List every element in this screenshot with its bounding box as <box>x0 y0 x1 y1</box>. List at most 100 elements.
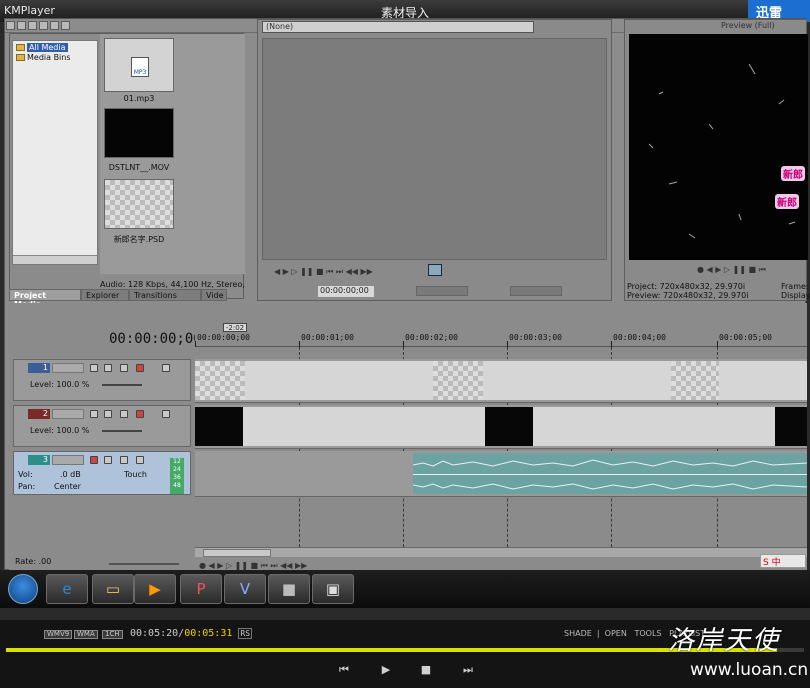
stop-icon[interactable]: ■ <box>418 662 434 678</box>
clip-gap[interactable] <box>719 361 807 400</box>
clip-gap[interactable] <box>533 407 775 446</box>
track-header-3[interactable]: 3 Vol: .0 dB Touch Pan: Center 12 24 36 … <box>13 451 191 495</box>
display-label: Display <box>781 291 810 300</box>
next-icon[interactable]: ⏭ <box>460 662 476 678</box>
ime-indicator[interactable]: S 中 <box>760 554 806 568</box>
file-explorer-icon[interactable]: ▭ <box>92 574 134 604</box>
play-icon[interactable]: ▶ <box>378 662 394 678</box>
project-media-panel: All Media Media Bins MP3 01.mp3 DSTLNT__… <box>9 33 245 299</box>
tools-button[interactable]: TOOLS <box>634 629 661 638</box>
clip-movie[interactable] <box>775 407 807 446</box>
get-media-icon[interactable] <box>39 21 48 30</box>
app-icon[interactable]: ■ <box>268 574 310 604</box>
project-properties: Project: 720x480x32, 29.970i <box>627 282 746 291</box>
compositing-icon[interactable] <box>120 364 128 372</box>
tab-project-media[interactable]: Project Media <box>9 289 81 309</box>
track-fx-icon[interactable] <box>120 456 128 464</box>
settings-gear-icon[interactable] <box>136 364 144 372</box>
meter-label: 48 <box>173 482 181 489</box>
timeline-scrollbar[interactable] <box>195 547 807 557</box>
mute-icon[interactable] <box>162 410 170 418</box>
clip-psd[interactable] <box>433 361 483 400</box>
clip-audio[interactable] <box>413 453 807 494</box>
tab-video-fx[interactable]: Vide <box>201 289 227 301</box>
trimmer-panel: (None) ◀ ▶ ▷ ❚❚ ■ ⏮ ⏭ ◀◀ ▶▶ 00:00:00;00 <box>257 19 612 301</box>
clip-gap[interactable] <box>245 361 433 400</box>
media-item-mp3[interactable]: MP3 <box>104 38 174 92</box>
media-item-label: DSTLNT__.MOV <box>108 163 170 172</box>
media-item-label: 新郎名字.PSD <box>113 235 165 244</box>
rate-slider[interactable] <box>109 563 179 565</box>
automation-mode[interactable]: Touch <box>124 470 147 479</box>
clip-movie[interactable] <box>195 407 243 446</box>
trim-out-slot <box>510 286 562 296</box>
clip-psd[interactable] <box>195 361 245 400</box>
mute-icon[interactable] <box>136 456 144 464</box>
track-header-2[interactable]: 2 Level: 100.0 % <box>13 405 191 447</box>
vol-value: .0 dB <box>60 470 81 479</box>
time-ruler[interactable]: 00:00:00;00 00:00:01;00 00:00:02;00 00:0… <box>195 325 807 347</box>
previous-icon[interactable]: ⏮ <box>336 662 352 678</box>
track-number: 2 <box>28 409 50 419</box>
record-arm-icon[interactable] <box>90 456 98 464</box>
ruler-label: 00:00:04;00 <box>613 333 666 342</box>
media-item-movie[interactable] <box>104 108 174 158</box>
preview-mode[interactable]: Preview (Full) <box>721 21 775 30</box>
tree-all-media[interactable]: All Media <box>27 43 68 52</box>
preview-transport[interactable]: ● ◀ ▶ ▷ ❚❚ ■ ⏮ <box>697 265 766 275</box>
loop-region-marker[interactable]: -2:02 <box>223 323 247 332</box>
kmplayer-icon[interactable]: ▣ <box>312 574 354 604</box>
folder-icon[interactable] <box>6 21 15 30</box>
tree-media-bins[interactable]: Media Bins <box>27 53 71 62</box>
project-info: Project: 720x480x32, 29.970i Preview: 72… <box>627 282 748 300</box>
clip-gap[interactable] <box>483 361 671 400</box>
track-name-field[interactable] <box>52 363 84 373</box>
capture-icon[interactable] <box>28 21 37 30</box>
codec-badge: WMA <box>74 630 98 639</box>
media-item-psd[interactable] <box>104 179 174 229</box>
mute-icon[interactable] <box>162 364 170 372</box>
watermark-logo: 洛岸天使 <box>668 626 781 656</box>
scrollbar-thumb[interactable] <box>203 549 271 557</box>
track-name-field[interactable] <box>52 455 84 465</box>
trimmer-transport[interactable]: ◀ ▶ ▷ ❚❚ ■ ⏮ ⏭ ◀◀ ▶▶ <box>274 267 373 277</box>
track-header-1[interactable]: 1 Level: 100.0 % <box>13 359 191 401</box>
track-body-2[interactable] <box>195 405 807 449</box>
track-fx-icon[interactable] <box>104 410 112 418</box>
internet-explorer-icon[interactable]: e <box>46 574 88 604</box>
media-player-icon[interactable]: ▶ <box>134 574 176 604</box>
import-icon[interactable] <box>17 21 26 30</box>
meter-label: 24 <box>173 466 181 473</box>
track-body-3[interactable] <box>195 451 807 497</box>
powerpoint-icon[interactable]: P <box>180 574 222 604</box>
time-current: 00:05:20 <box>130 628 179 639</box>
track-motion-icon[interactable] <box>90 364 98 372</box>
trimmer-select[interactable]: (None) <box>262 21 534 33</box>
invert-phase-icon[interactable] <box>104 456 112 464</box>
clip-gap[interactable] <box>243 407 485 446</box>
ime-s: S <box>763 558 769 568</box>
start-button[interactable] <box>8 574 38 604</box>
meter-label: 36 <box>173 474 181 481</box>
compositing-icon[interactable] <box>120 410 128 418</box>
track-motion-icon[interactable] <box>90 410 98 418</box>
track-name-field[interactable] <box>52 409 84 419</box>
ruler-label: 00:00:03;00 <box>509 333 562 342</box>
tab-transitions[interactable]: Transitions <box>129 289 201 301</box>
tab-explorer[interactable]: Explorer <box>81 289 129 301</box>
settings-gear-icon[interactable] <box>136 410 144 418</box>
clip-psd[interactable] <box>671 361 719 400</box>
remove-icon[interactable] <box>50 21 59 30</box>
shade-button[interactable]: SHADE <box>564 629 592 638</box>
level-slider[interactable] <box>102 430 142 432</box>
vegas-icon[interactable]: V <box>224 574 266 604</box>
loop-icon[interactable] <box>428 264 442 276</box>
tree-scrollbar[interactable] <box>13 255 97 264</box>
track-fx-icon[interactable] <box>104 364 112 372</box>
track-body-1[interactable] <box>195 359 807 403</box>
level-slider[interactable] <box>102 384 142 386</box>
clip-movie[interactable] <box>485 407 533 446</box>
properties-icon[interactable] <box>61 21 70 30</box>
open-button[interactable]: OPEN <box>605 629 627 638</box>
folder-icon <box>16 44 25 51</box>
